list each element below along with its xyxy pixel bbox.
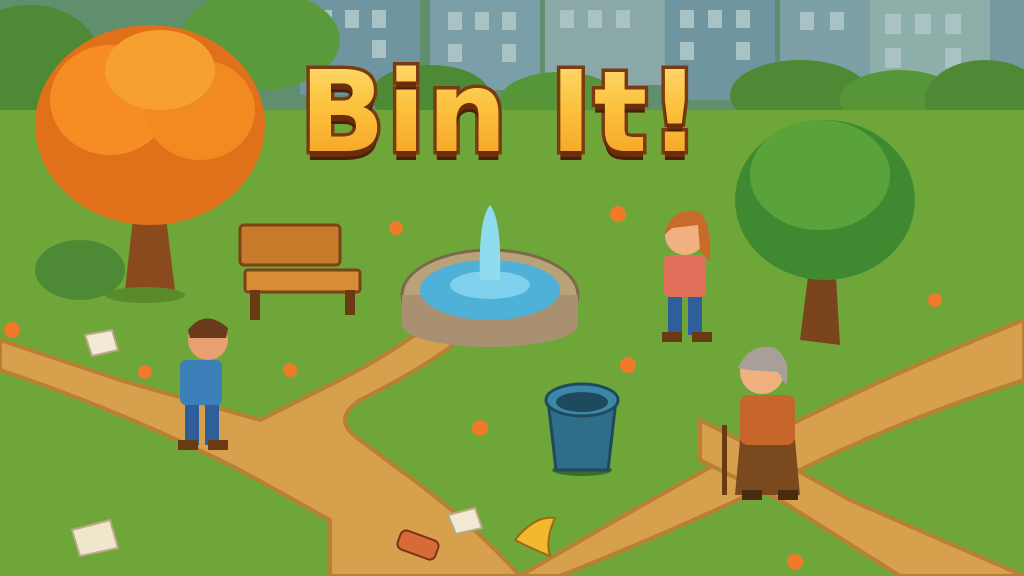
game-title: Bin It! Bin It!	[286, 45, 716, 188]
bush	[35, 240, 125, 300]
game-title-text: Bin It!	[286, 48, 716, 178]
trash-bin[interactable]	[544, 382, 620, 476]
paper-litter[interactable]	[83, 328, 120, 358]
game-scene: Bin It! Bin It!	[0, 0, 1024, 576]
